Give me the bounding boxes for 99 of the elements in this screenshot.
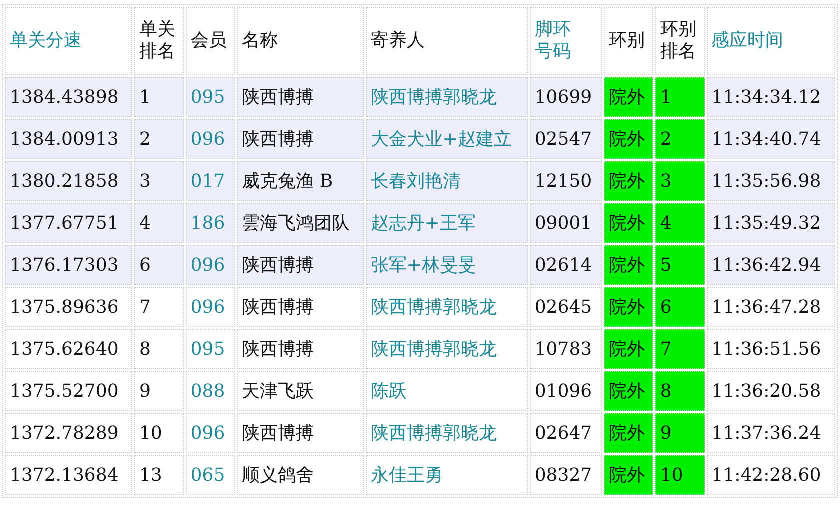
column-header: 环别排名 [655,7,705,75]
table-cell: 3 [655,161,705,201]
link-cell[interactable]: 186 [186,203,236,243]
table-cell: 9 [655,413,705,453]
column-header: 寄养人 [366,7,528,75]
link-cell[interactable]: 陕西博搏郭晓龙 [366,287,528,327]
table-cell: 10699 [530,77,602,117]
table-cell: 1384.43898 [5,77,132,117]
table-cell: 02645 [530,287,602,327]
table-cell: 11:36:20.58 [706,371,835,411]
table-cell: 11:36:47.28 [706,287,835,327]
table-cell: 11:36:51.56 [706,329,835,369]
table-cell: 7 [655,329,705,369]
table-cell: 2 [134,119,184,159]
link-cell[interactable]: 017 [186,161,236,201]
table-cell: 11:42:28.60 [706,455,835,495]
table-cell: 陕西博搏 [237,245,364,285]
table-cell: 10783 [530,329,602,369]
table-cell: 陕西博搏 [237,287,364,327]
table-cell: 10 [655,455,705,495]
link-cell[interactable]: 095 [186,77,236,117]
table-cell: 09001 [530,203,602,243]
table-cell: 13 [134,455,184,495]
sortable-column-header[interactable]: 单关分速 [5,7,132,75]
table-cell: 02614 [530,245,602,285]
table-cell: 1377.67751 [5,203,132,243]
table-cell: 11:34:40.74 [706,119,835,159]
table-cell: 1375.62640 [5,329,132,369]
table-cell: 11:35:49.32 [706,203,835,243]
table-cell: 11:34:34.12 [706,77,835,117]
table-cell: 院外 [604,287,654,327]
table-cell: 08327 [530,455,602,495]
table-cell: 8 [655,371,705,411]
table-cell: 陕西博搏 [237,77,364,117]
link-cell[interactable]: 永佳王勇 [366,455,528,495]
column-header: 会员 [186,7,236,75]
link-cell[interactable]: 065 [186,455,236,495]
table-cell: 11:36:42.94 [706,245,835,285]
link-cell[interactable]: 大金犬业+赵建立 [366,119,528,159]
table-cell: 1 [134,77,184,117]
table-cell: 2 [655,119,705,159]
table-cell: 1376.17303 [5,245,132,285]
table-cell: 1375.89636 [5,287,132,327]
table-cell: 陕西博搏 [237,119,364,159]
table-cell: 1375.52700 [5,371,132,411]
table-cell: 院外 [604,119,654,159]
table-cell: 院外 [604,329,654,369]
table-cell: 院外 [604,245,654,285]
link-cell[interactable]: 096 [186,413,236,453]
sortable-column-header[interactable]: 感应时间 [706,7,835,75]
link-cell[interactable]: 赵志丹+王军 [366,203,528,243]
table-cell: 陕西博搏 [237,413,364,453]
column-header: 环别 [604,7,654,75]
table-cell: 1380.21858 [5,161,132,201]
link-cell[interactable]: 陕西博搏郭晓龙 [366,413,528,453]
link-cell[interactable]: 陕西博搏郭晓龙 [366,77,528,117]
column-header: 名称 [237,7,364,75]
table-cell: 7 [134,287,184,327]
link-cell[interactable]: 088 [186,371,236,411]
table-cell: 院外 [604,77,654,117]
link-cell[interactable]: 096 [186,287,236,327]
table-cell: 02647 [530,413,602,453]
table-cell: 4 [655,203,705,243]
table-cell: 1384.00913 [5,119,132,159]
table-cell: 院外 [604,455,654,495]
table-cell: 天津飞跃 [237,371,364,411]
table-cell: 4 [134,203,184,243]
link-cell[interactable]: 陈跃 [366,371,528,411]
sortable-column-header[interactable]: 脚环号码 [530,7,602,75]
table-cell: 02547 [530,119,602,159]
table-cell: 院外 [604,203,654,243]
table-cell: 9 [134,371,184,411]
link-cell[interactable]: 陕西博搏郭晓龙 [366,329,528,369]
link-cell[interactable]: 096 [186,245,236,285]
table-cell: 顺义鸽舍 [237,455,364,495]
table-cell: 5 [655,245,705,285]
table-cell: 威克兔渔 B [237,161,364,201]
table-cell: 院外 [604,371,654,411]
table-cell: 陕西博搏 [237,329,364,369]
link-cell[interactable]: 张军+林旻旻 [366,245,528,285]
table-cell: 11:35:56.98 [706,161,835,201]
table-cell: 1372.78289 [5,413,132,453]
table-cell: 8 [134,329,184,369]
column-header: 单关排名 [134,7,184,75]
link-cell[interactable]: 095 [186,329,236,369]
table-cell: 院外 [604,161,654,201]
table-cell: 1 [655,77,705,117]
link-cell[interactable]: 096 [186,119,236,159]
table-cell: 12150 [530,161,602,201]
table-cell: 6 [655,287,705,327]
table-cell: 10 [134,413,184,453]
link-cell[interactable]: 长春刘艳清 [366,161,528,201]
table-cell: 11:37:36.24 [706,413,835,453]
table-cell: 6 [134,245,184,285]
table-cell: 院外 [604,413,654,453]
table-cell: 3 [134,161,184,201]
table-cell: 雲海飞鸿团队 [237,203,364,243]
table-cell: 1372.13684 [5,455,132,495]
table-cell: 01096 [530,371,602,411]
